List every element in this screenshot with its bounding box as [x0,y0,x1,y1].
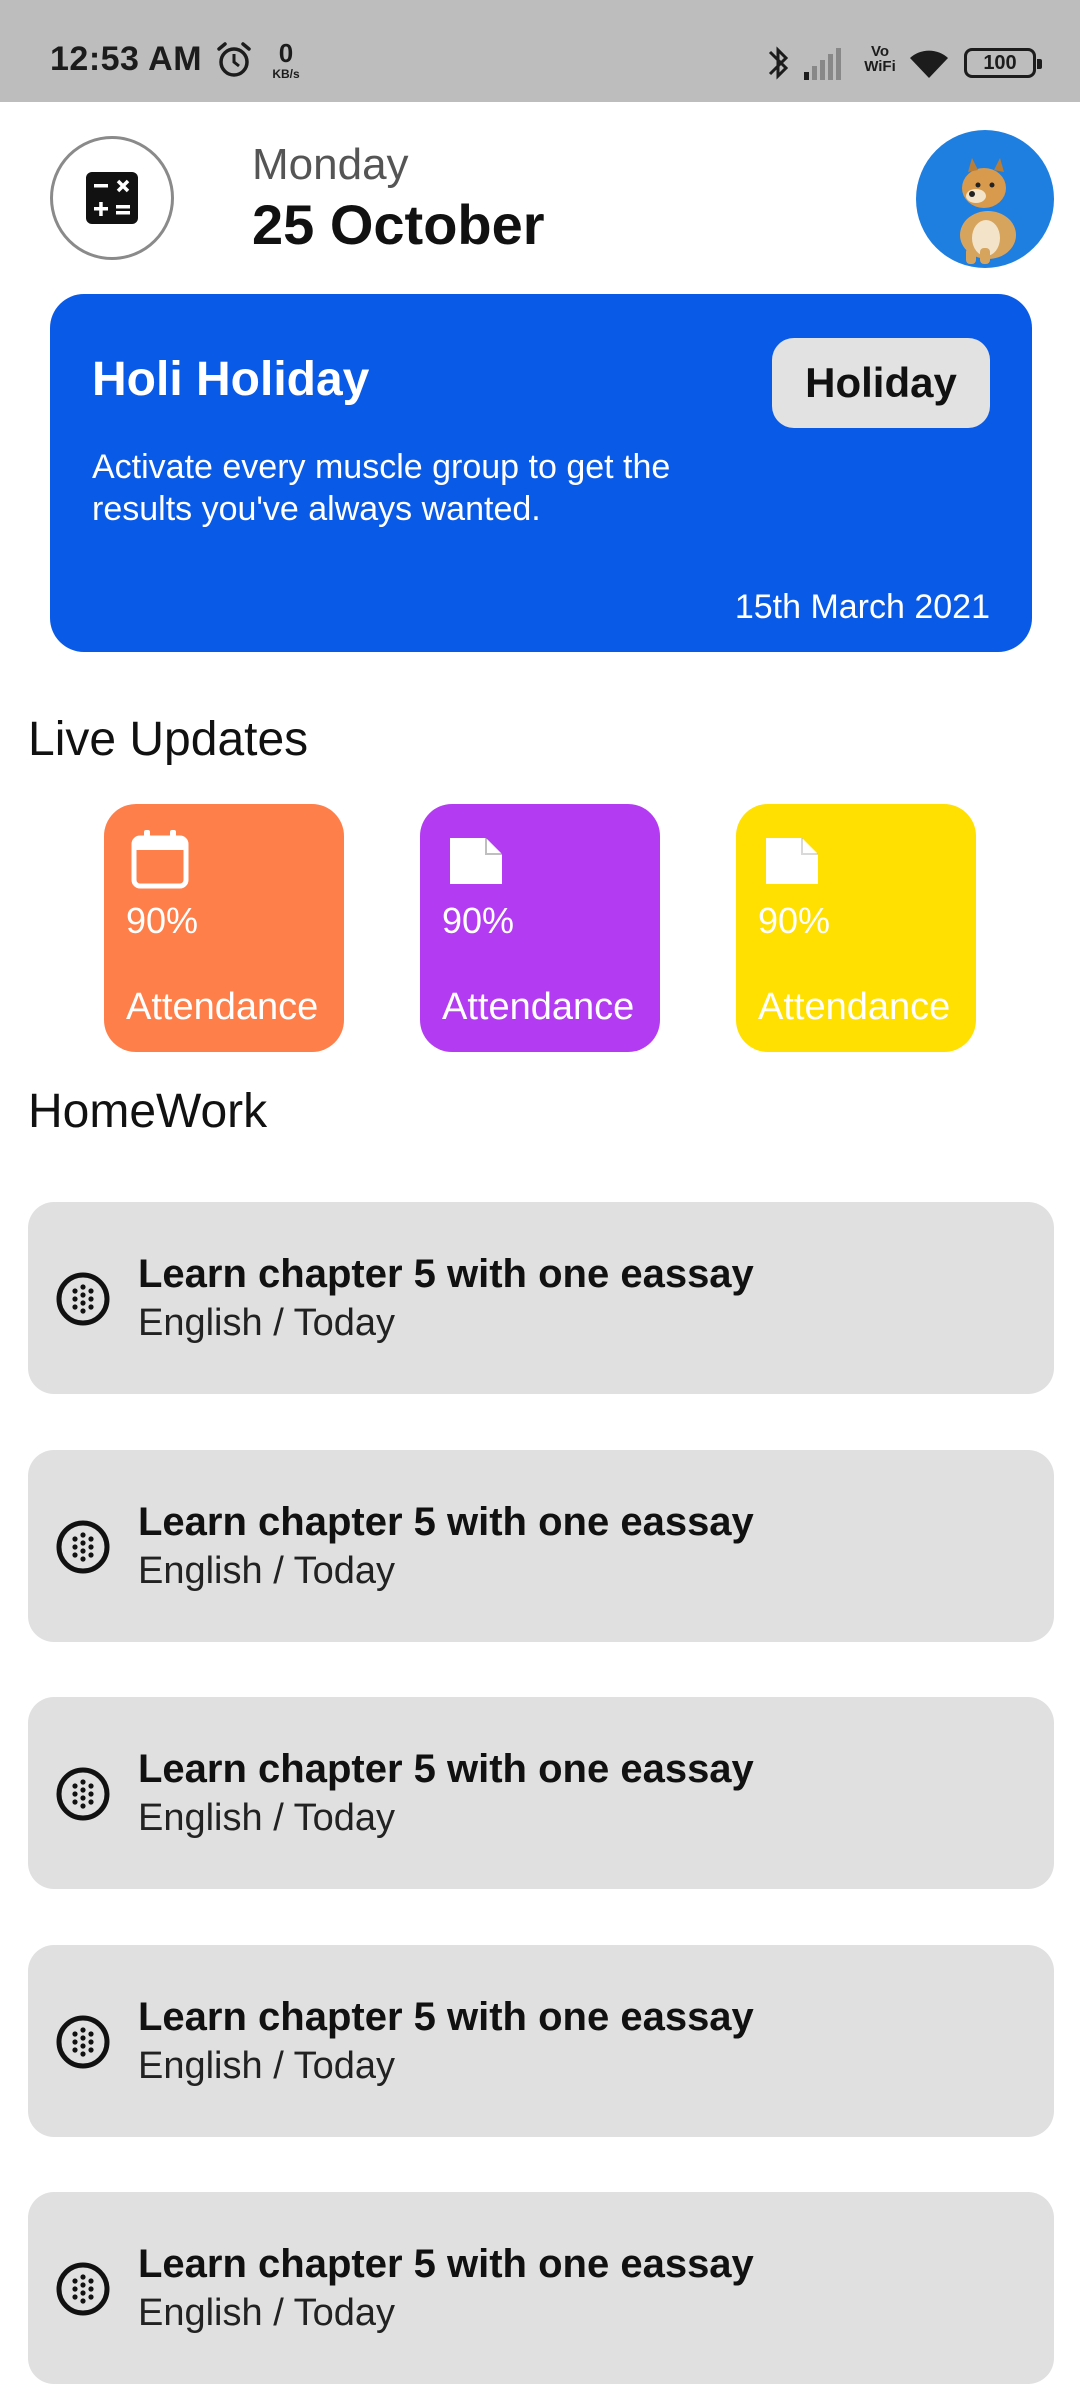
calculator-button[interactable] [50,136,174,260]
homework-title: HomeWork [28,1085,268,1138]
tile-value: 90% [442,900,515,941]
holiday-date: 15th March 2021 [734,588,990,626]
live-update-tile[interactable]: 90% Attendance [736,804,976,1052]
homework-item[interactable]: Learn chapter 5 with one eassay English … [28,1450,1054,1642]
note-icon [450,838,502,884]
battery-indicator: 100 [964,48,1042,78]
homework-item[interactable]: Learn chapter 5 with one eassay English … [28,1202,1054,1394]
alarm-icon [217,42,251,77]
homework-item-subtitle: English / Today [138,2292,396,2334]
status-bar: 12:53 AM 0 KB/s Vo WiFi 100 [0,0,1080,102]
tile-value: 90% [126,900,199,941]
network-speed-value: 0 [278,38,294,68]
bluetooth-icon [768,46,789,80]
homework-item[interactable]: Learn chapter 5 with one eassay English … [28,1697,1054,1889]
note-icon [766,838,818,884]
homework-bullet-icon [56,1520,110,1574]
tile-label: Attendance [758,986,951,1028]
homework-item-subtitle: English / Today [138,1302,396,1344]
calculator-icon [86,172,138,224]
homework-bullet-icon [56,2015,110,2069]
homework-item[interactable]: Learn chapter 5 with one eassay English … [28,1945,1054,2137]
live-updates-title: Live Updates [28,713,309,766]
homework-item-title: Learn chapter 5 with one eassay [138,1252,754,1296]
homework-item-title: Learn chapter 5 with one eassay [138,2242,754,2286]
vowifi-top: Vo [870,43,890,60]
status-time: 12:53 AM [50,40,203,78]
avatar[interactable] [916,130,1054,268]
homework-bullet-icon [56,1272,110,1326]
homework-item-subtitle: English / Today [138,1550,396,1592]
homework-item[interactable]: Learn chapter 5 with one eassay English … [28,2192,1054,2384]
homework-item-subtitle: English / Today [138,1797,396,1839]
tile-value: 90% [758,900,831,941]
live-update-tile[interactable]: 90% Attendance [104,804,344,1052]
network-speed: 0 KB/s [264,40,308,84]
homework-bullet-icon [56,2262,110,2316]
homework-item-title: Learn chapter 5 with one eassay [138,1995,754,2039]
holiday-title: Holi Holiday [92,353,370,406]
tile-label: Attendance [442,986,635,1028]
calendar-icon [131,830,189,889]
homework-item-title: Learn chapter 5 with one eassay [138,1747,754,1791]
live-update-tile[interactable]: 90% Attendance [420,804,660,1052]
network-speed-unit: KB/s [272,67,300,81]
header-day: Monday [252,140,409,189]
wifi-icon [910,50,948,78]
holiday-badge[interactable]: Holiday [772,338,990,428]
holiday-description: Activate every muscle group to get the r… [92,448,671,528]
homework-bullet-icon [56,1767,110,1821]
vowifi-bottom: WiFi [864,58,896,75]
tile-label: Attendance [126,986,319,1028]
header-date: 25 October [252,193,545,256]
homework-item-title: Learn chapter 5 with one eassay [138,1500,754,1544]
signal-icon [804,48,841,80]
vowifi-indicator: Vo WiFi [858,44,902,74]
holiday-card[interactable]: Holi Holiday Holiday Activate every musc… [50,294,1032,652]
homework-item-subtitle: English / Today [138,2045,396,2087]
dog-avatar-image [960,158,1016,264]
